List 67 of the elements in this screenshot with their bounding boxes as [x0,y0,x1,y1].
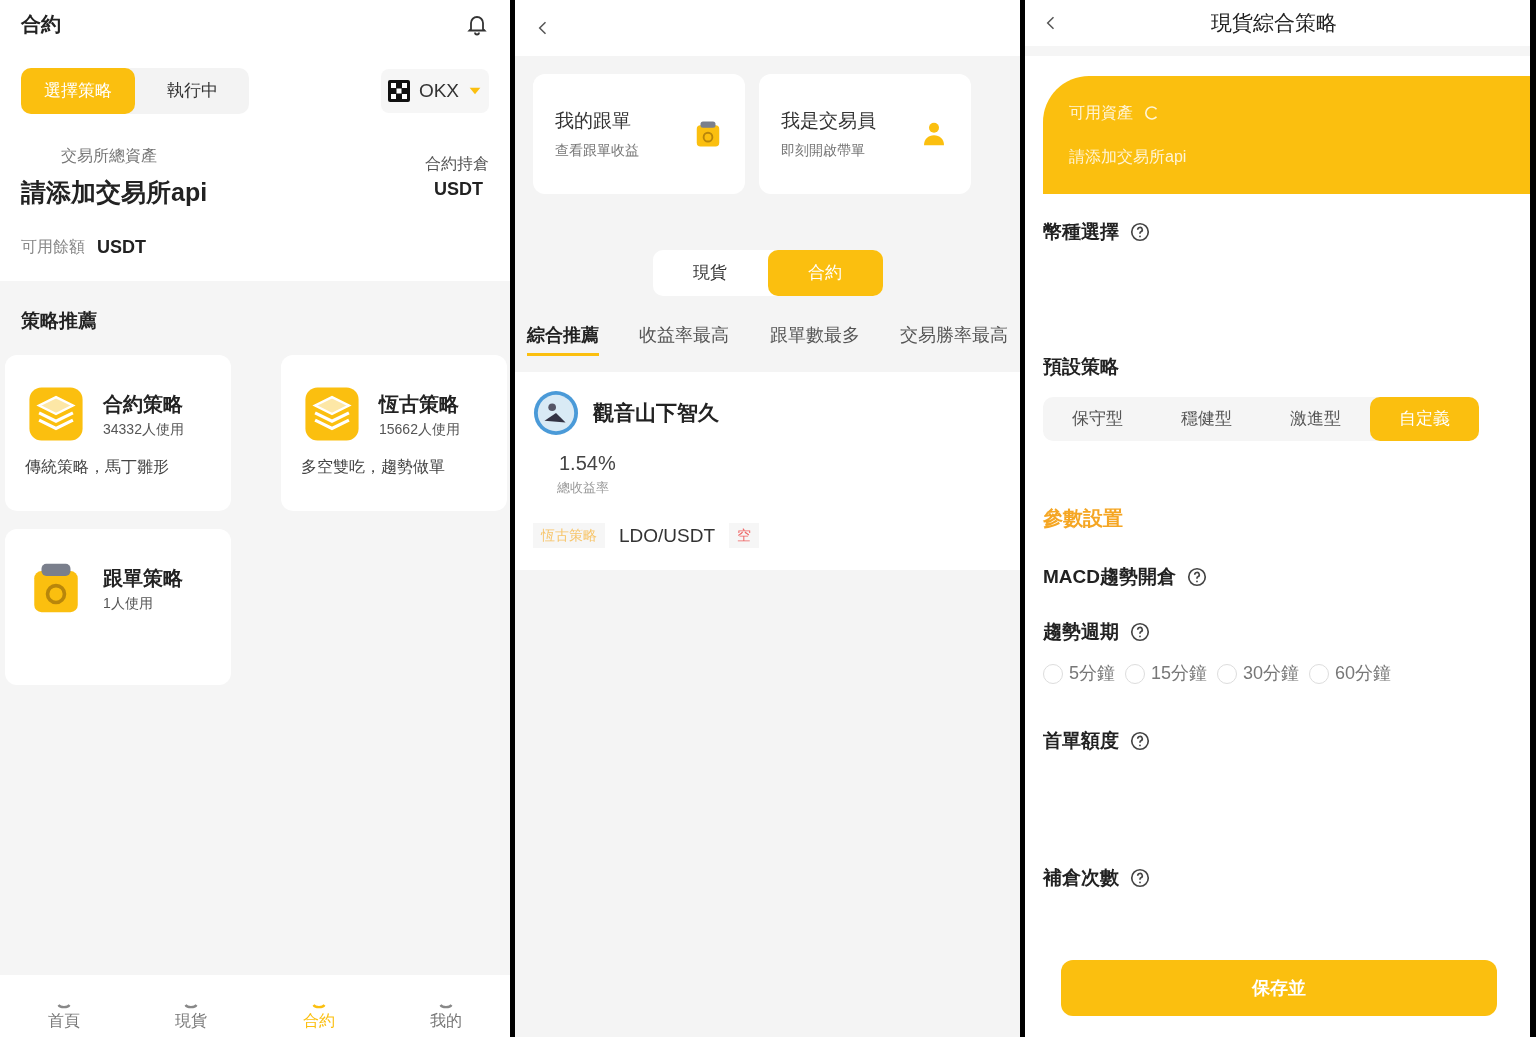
tag: 空 [729,523,760,549]
sort-tab[interactable]: 跟單數最多 [769,322,860,356]
help-icon [1186,566,1208,589]
trading-pair: LDO/USDT [619,523,716,548]
radio-option[interactable]: 5分鐘 [1043,660,1115,687]
preset-tab[interactable]: 保守型 [1043,397,1152,441]
strategy-name: 合約策略 [103,391,184,417]
layers-icon [27,385,85,443]
feature-card[interactable]: 我的跟單 查看跟單收益 [533,74,745,194]
radio-option[interactable]: 60分鐘 [1309,660,1392,687]
card-title: 我是交易員 [781,109,876,134]
banner-value: 請添加交易所api [1069,147,1188,167]
field-label: MACD趨勢開倉 [1043,565,1176,589]
trader-name: 觀音山下智久 [593,400,719,427]
card-subtitle: 即刻開啟帶單 [781,140,866,160]
market-tab[interactable]: 現貨 [652,250,768,296]
section-title: 參數設置 [1042,506,1124,531]
strategy-card[interactable]: 跟單策略 1人使用 [5,529,231,685]
assets-label: 交易所總資產 [61,146,158,166]
field-label: 首單額度 [1043,729,1119,753]
nav-tab[interactable]: 首頁 [33,1001,94,1033]
user-count: 1人使用 [103,593,154,613]
exchange-selector[interactable]: OKX [380,69,489,113]
card-title: 我的跟單 [555,109,632,134]
balance-unit: USDT [97,235,146,259]
return-label: 總收益率 [557,479,610,497]
help-icon [1129,620,1151,643]
tag: 恆古策略 [533,523,605,549]
strategy-name: 恆古策略 [379,391,460,417]
banner-label: 可用資產 [1069,103,1133,123]
field-label: 補倉次數 [1043,865,1119,890]
mode-tab[interactable]: 執行中 [135,68,249,114]
radio-option[interactable]: 15分鐘 [1125,660,1208,687]
sort-tab[interactable]: 交易勝率最高 [900,322,1008,356]
strategy-card[interactable]: 恆古策略 15662人使用 多空雙吃，趨勢做單 [281,355,507,511]
nav-tab[interactable]: 現貨 [161,1001,222,1033]
feature-card[interactable]: 我是交易員 即刻開啟帶單 [759,74,971,194]
strategy-description: 傳統策略，馬丁雛形 [25,457,170,477]
return-value: 1.54% [559,451,617,476]
exchange-logo-icon [386,79,411,103]
user-count: 15662人使用 [379,419,460,439]
field-label: 幣種選擇 [1043,220,1119,244]
position-label: 合約持倉 [425,154,489,174]
strategy-card[interactable]: 合約策略 34332人使用 傳統策略，馬丁雛形 [5,355,231,511]
preset-tab[interactable]: 穩健型 [1152,397,1261,441]
page-title: 現貨綜合策略 [1211,10,1337,37]
sort-tab[interactable]: 收益率最高 [639,322,730,356]
help-icon [1129,866,1151,889]
sort-tab[interactable]: 綜合推薦 [527,322,599,356]
user-count: 34332人使用 [103,419,184,439]
strategy-description: 多空雙吃，趨勢做單 [301,457,446,477]
avatar [533,390,579,436]
section-title: 策略推薦 [20,308,98,333]
assets-value: 請添加交易所api [21,177,208,208]
position-unit: USDT [434,178,483,201]
field-label: 趨勢週期 [1043,619,1119,644]
card-subtitle: 查看跟單收益 [555,140,639,160]
field-label: 預設策略 [1043,354,1119,379]
radio-option[interactable]: 30分鐘 [1217,660,1300,687]
layers-icon [303,385,361,443]
help-icon [1129,221,1151,244]
help-icon [1129,730,1151,753]
page-title: 合約 [21,12,61,37]
balance-label: 可用餘額 [21,237,85,257]
nav-tab[interactable]: 我的 [416,1001,477,1033]
strategy-name: 跟單策略 [103,565,183,591]
preset-tab[interactable]: 激進型 [1261,397,1370,441]
